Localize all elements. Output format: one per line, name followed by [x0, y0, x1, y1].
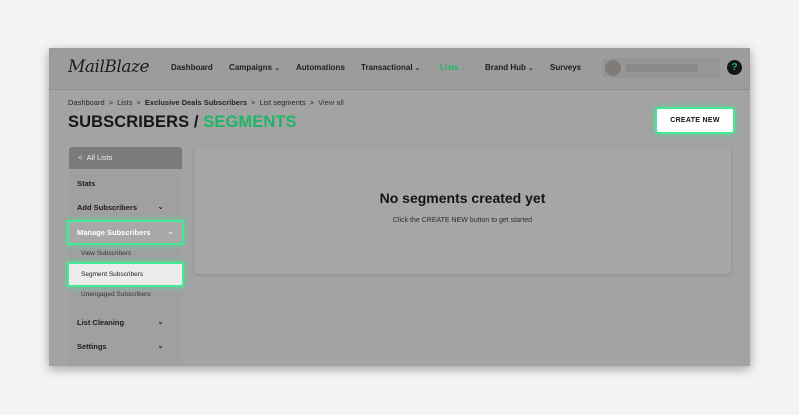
- app-window: MailBlaze Dashboard Campaigns ⌄ Automatio…: [49, 48, 750, 366]
- help-icon[interactable]: ?: [727, 60, 742, 75]
- sidebar-item-settings[interactable]: Settings ⌄: [77, 341, 174, 351]
- breadcrumb-list-name[interactable]: Exclusive Deals Subscribers: [145, 98, 247, 107]
- user-name-blurred: [626, 64, 698, 72]
- nav-lists[interactable]: Lists ⌄: [440, 63, 467, 72]
- sidebar-subitem-view-subscribers[interactable]: View Subscribers: [81, 250, 131, 257]
- breadcrumb-lists[interactable]: Lists: [117, 98, 132, 107]
- nav-automations[interactable]: Automations: [296, 63, 345, 72]
- chevron-down-icon: ⌄: [157, 202, 164, 211]
- chevron-down-icon: ⌄: [460, 65, 467, 72]
- nav-transactional[interactable]: Transactional ⌄: [361, 63, 420, 72]
- chevron-left-icon: <: [78, 153, 83, 162]
- breadcrumb: Dashboard > Lists > Exclusive Deals Subscrib…: [68, 98, 344, 107]
- page-title: SUBSCRIBERS / SEGMENTS: [68, 113, 297, 131]
- sidebar-item-add-subscribers[interactable]: Add Subscribers ⌄: [77, 202, 174, 212]
- chevron-down-icon: ⌄: [157, 341, 164, 350]
- create-new-button[interactable]: CREATE NEW: [657, 109, 733, 132]
- sidebar-item-manage-subscribers[interactable]: Manage Subscribers ⌄: [69, 222, 182, 243]
- nav-dashboard[interactable]: Dashboard: [171, 63, 213, 72]
- nav-campaigns[interactable]: Campaigns ⌄: [229, 63, 280, 72]
- empty-state-subtitle: Click the CREATE NEW button to get start…: [392, 217, 533, 224]
- empty-state-title: No segments created yet: [379, 190, 546, 206]
- sidebar-subitem-unengaged-subscribers[interactable]: Unengaged Subscribers: [81, 291, 151, 298]
- mailblaze-logo[interactable]: MailBlaze: [68, 57, 150, 77]
- chevron-down-icon: ⌄: [167, 227, 174, 236]
- breadcrumb-dashboard[interactable]: Dashboard: [68, 98, 105, 107]
- avatar: [605, 60, 621, 76]
- sidebar-item-list-cleaning[interactable]: List Cleaning ⌄: [77, 317, 174, 327]
- breadcrumb-current: View all: [318, 98, 344, 107]
- user-profile-menu[interactable]: [602, 58, 720, 78]
- nav-brand-hub[interactable]: Brand Hub ⌄: [485, 63, 534, 72]
- chevron-down-icon: ⌄: [274, 65, 280, 72]
- top-navbar: MailBlaze Dashboard Campaigns ⌄ Automatio…: [49, 48, 750, 90]
- segments-empty-state-card: No segments created yet Click the CREATE…: [194, 147, 731, 274]
- chevron-down-icon: ⌄: [414, 65, 421, 72]
- chevron-down-icon: ⌄: [157, 317, 164, 326]
- sidebar-subitem-segment-subscribers[interactable]: Segment Subscribers: [69, 264, 182, 285]
- sidebar-item-stats[interactable]: Stats: [77, 179, 95, 188]
- all-lists-back-button[interactable]: < All Lists: [69, 147, 182, 169]
- breadcrumb-list-segments[interactable]: List segments: [259, 98, 305, 107]
- nav-surveys[interactable]: Surveys: [550, 63, 581, 72]
- chevron-down-icon: ⌄: [527, 65, 534, 72]
